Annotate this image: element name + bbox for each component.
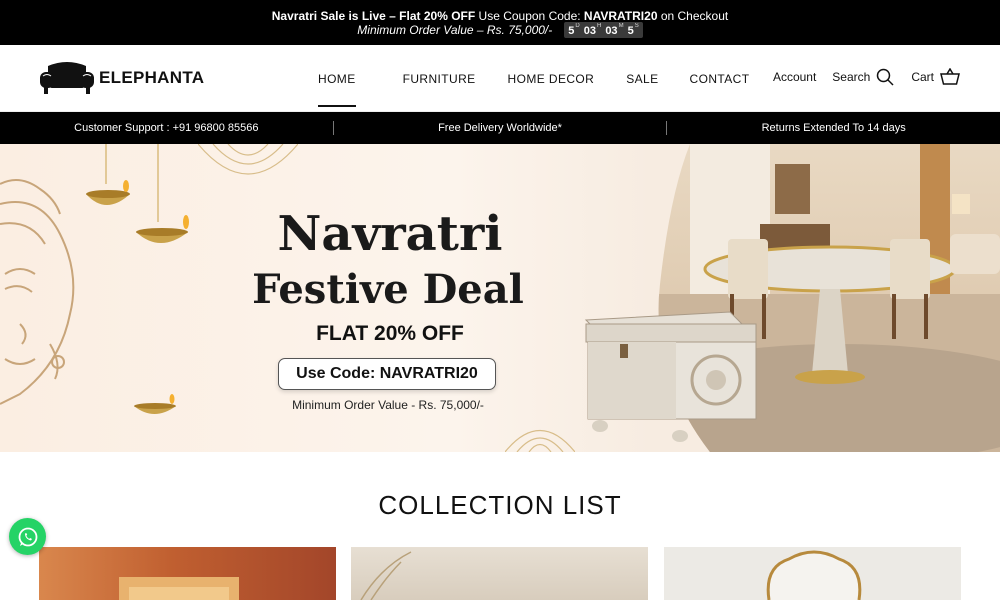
mandala-ornament-icon	[505, 429, 575, 452]
announcement-coupon-text: Use Coupon Code:	[475, 9, 584, 23]
main-nav: HOME FURNITURE HOME DECOR SALE CONTACT	[318, 72, 750, 107]
hero-min-order: Minimum Order Value - Rs. 75,000/-	[292, 398, 484, 412]
search-icon	[877, 68, 894, 86]
diya-lamp-icon	[86, 144, 130, 205]
hero-subtitle: Festive Deal	[252, 266, 524, 313]
hero-coupon-code: Use Code: NAVRATRI20	[278, 358, 496, 390]
nav-sale[interactable]: SALE	[626, 72, 658, 86]
customer-support[interactable]: Customer Support : +91 96800 85566	[0, 122, 333, 134]
logo-text: ELEPHANTA	[99, 68, 205, 87]
announcement-bar: Navratri Sale is Live – Flat 20% OFF Use…	[0, 0, 1000, 45]
announcement-sale: Navratri Sale is Live – Flat 20% OFF	[271, 9, 476, 23]
diya-lamp-icon	[136, 144, 189, 243]
timer-days: 5D	[568, 23, 580, 37]
announcement-line: Navratri Sale is Live – Flat 20% OFF Use…	[0, 9, 1000, 23]
whatsapp-icon	[18, 527, 37, 546]
collection-card[interactable]	[351, 547, 648, 600]
timer-hours: 03H	[583, 23, 602, 37]
collection-card[interactable]	[39, 547, 336, 600]
collection-image	[360, 551, 412, 600]
countdown-timer: 5D 03H 03M 5S	[564, 22, 643, 38]
announcement-min-order: Minimum Order Value – Rs. 75,000/-	[357, 23, 553, 37]
announcement-line-2: Minimum Order Value – Rs. 75,000/- 5D 03…	[0, 22, 1000, 38]
hero-title: Navratri	[277, 206, 503, 262]
sofa-logo-icon	[40, 62, 94, 94]
collection-card[interactable]	[664, 547, 961, 600]
site-logo[interactable]: ELEPHANTA	[38, 60, 204, 96]
announcement-checkout-text: on Checkout	[657, 9, 729, 23]
search-label: Search	[832, 70, 871, 84]
cart-button[interactable]: Cart	[911, 68, 960, 86]
info-bar: Customer Support : +91 96800 85566 Free …	[0, 112, 1000, 144]
timer-minutes: 03M	[605, 23, 624, 37]
basket-icon	[940, 68, 960, 85]
account-link[interactable]: Account	[773, 70, 816, 84]
collection-image	[766, 550, 862, 600]
whatsapp-button[interactable]	[9, 518, 46, 555]
search-button[interactable]: Search	[832, 68, 894, 86]
nav-furniture[interactable]: FURNITURE	[403, 72, 476, 86]
goddess-face-illustration	[0, 179, 75, 405]
account-label: Account	[772, 70, 817, 84]
nav-contact[interactable]: CONTACT	[690, 72, 750, 86]
collection-list-title: COLLECTION LIST	[378, 490, 622, 520]
nav-home-decor[interactable]: HOME DECOR	[508, 72, 595, 86]
hero-offer: FLAT 20% OFF	[316, 322, 464, 345]
cart-label: Cart	[911, 70, 934, 84]
dining-room-photo	[584, 144, 1000, 452]
site-header: ELEPHANTA HOME FURNITURE HOME DECOR SALE…	[0, 45, 1000, 112]
mandala-ornament-icon	[198, 144, 298, 175]
header-utilities: Account Search Cart	[773, 68, 960, 86]
free-delivery: Free Delivery Worldwide*	[438, 122, 562, 134]
diya-lamp-icon	[134, 394, 176, 414]
hero-banner[interactable]: Navratri Festive Deal FLAT 20% OFF Use C…	[0, 144, 1000, 452]
announcement-coupon-code: NAVRATRI20	[583, 9, 658, 23]
collection-image	[119, 577, 239, 600]
timer-seconds: 5S	[627, 23, 639, 37]
returns-policy: Returns Extended To 14 days	[761, 122, 906, 134]
nav-home[interactable]: HOME	[318, 72, 356, 107]
